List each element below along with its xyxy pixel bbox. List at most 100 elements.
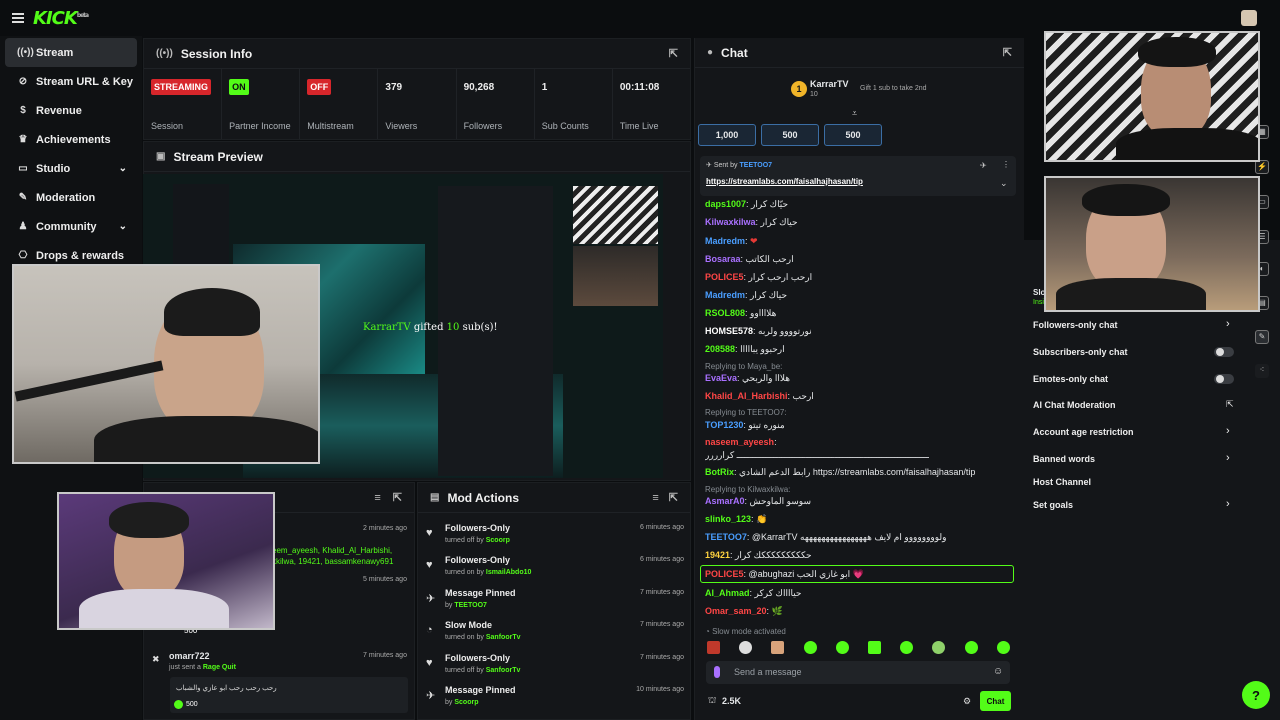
leaderboard-chip[interactable]: 500 (824, 124, 882, 146)
setting-followers-only[interactable]: Followers-only chat (1033, 320, 1118, 330)
chat-message: slinko_123: 👏 (705, 514, 768, 524)
stat-time-live: 00:11:08 Time Live (619, 82, 660, 131)
emote[interactable] (997, 641, 1010, 654)
chevron-down-icon: ⌄ (118, 163, 127, 174)
filter-icon[interactable]: ≡ (374, 492, 380, 504)
popout-icon[interactable]: ⇱ (669, 491, 678, 504)
setting-emotes-only[interactable]: Emotes-only chat (1033, 374, 1108, 384)
chevron-down-icon[interactable]: ⌄ (1000, 178, 1008, 189)
chevron-right-icon[interactable]: › (1226, 452, 1230, 464)
sidebar-item-achievements[interactable]: ♛ Achievements (5, 125, 137, 154)
external-link-icon[interactable]: ⇱ (1226, 399, 1234, 410)
chevron-right-icon[interactable]: › (1226, 498, 1230, 510)
send-chat-button[interactable]: Chat (980, 691, 1011, 711)
panel-title: Mod Actions (447, 490, 520, 505)
setting-host-channel[interactable]: Host Channel (1033, 477, 1091, 487)
nodes-icon[interactable]: ⁖ (1255, 364, 1269, 378)
stat-session: STREAMING Session (144, 69, 223, 139)
setting-subscribers-only[interactable]: Subscribers-only chat (1033, 347, 1128, 357)
activity-time: 5 minutes ago (363, 576, 407, 583)
chevron-right-icon[interactable]: › (1226, 425, 1230, 437)
subscribers-only-toggle[interactable] (1214, 347, 1234, 357)
sidebar-item-revenue[interactable]: $ Revenue (5, 96, 137, 125)
leaderboard-chip[interactable]: 1,000 (698, 124, 756, 146)
popout-icon[interactable]: ⇱ (393, 491, 402, 504)
guest-webcam-bottom (1044, 176, 1260, 312)
viewers-icon: ⛫ (708, 695, 717, 705)
microphone-icon[interactable] (714, 666, 720, 678)
setting-ai-moderation[interactable]: AI Chat Moderation (1033, 400, 1116, 410)
sidebar-item-moderation[interactable]: ✎ Moderation (5, 183, 137, 212)
popout-icon[interactable]: ⇱ (1003, 46, 1012, 59)
kick-logo[interactable]: KICKbeta (33, 8, 89, 29)
chat-message: RSOL808: هلااااوو (705, 308, 777, 318)
activity-names: eem_ayeesh, Khalid_Al_Harbishi, (272, 546, 393, 555)
emote[interactable] (836, 641, 849, 654)
chat-message: Al_Ahmad: حيااااك كركر (705, 588, 802, 598)
emote[interactable] (771, 641, 784, 654)
sidebar-item-studio[interactable]: ▭ Studio ⌄ (5, 154, 137, 183)
mod-action-item: ✈ Message Pinned by TEETOO7 7 minutes ago (426, 588, 684, 609)
stat-viewers: 379 Viewers (378, 69, 457, 139)
sidebar-item-stream[interactable]: ((•)) Stream (5, 38, 137, 67)
leaderboard-chip[interactable]: 500 (761, 124, 819, 146)
gift-sub-cta[interactable]: Gift 1 sub to take 2nd (860, 85, 927, 92)
guest-webcam (57, 492, 275, 630)
pinned-message[interactable]: ✈ Sent by TEETOO7 https://streamlabs.com… (700, 156, 1016, 196)
popout-icon[interactable]: ⇱ (669, 47, 678, 60)
chat-message: POLICE5: ارحب ارحب كرار (705, 272, 813, 282)
menu-icon[interactable] (12, 13, 24, 23)
activity-action: just sent a Rage Quit (169, 664, 236, 671)
panel-title: Chat (721, 45, 748, 60)
guest-webcam-top (1044, 31, 1260, 162)
heart-icon: ♥ (426, 657, 433, 669)
collapse-icon[interactable]: ⩡ (852, 108, 857, 119)
chat-icon: ● (707, 47, 714, 58)
chat-input[interactable]: Send a message (706, 661, 1010, 684)
top-gifter-name[interactable]: KarrarTV (810, 79, 849, 89)
chat-message: 208588: ارحبوو يبااااا (705, 344, 785, 354)
chevron-right-icon[interactable]: › (1226, 318, 1230, 330)
heart-icon: ♥ (426, 527, 433, 539)
setting-set-goals[interactable]: Set goals (1033, 500, 1073, 510)
sidebar-item-stream-url[interactable]: ⊘ Stream URL & Key (5, 67, 137, 96)
gear-icon[interactable]: ⚙ (963, 696, 971, 707)
slow-mode-notice: ◔ Slow mode activated (705, 627, 786, 636)
panel-title: Session Info (180, 46, 253, 61)
emote[interactable] (900, 641, 913, 654)
setting-account-age[interactable]: Account age restriction (1033, 427, 1134, 437)
emote[interactable] (965, 641, 978, 654)
pinned-link[interactable]: https://streamlabs.com/faisalhajhasan/ti… (706, 177, 863, 186)
preview-icon: ▣ (156, 151, 166, 162)
pinned-sender: ✈ Sent by TEETOO7 (706, 162, 773, 169)
rail-icon[interactable]: ⚡ (1255, 160, 1269, 174)
emote[interactable] (739, 641, 752, 654)
avatar[interactable] (1241, 10, 1257, 26)
chat-message-cont: ــــــــــــــــــــــــــــــــــــــــ… (705, 450, 929, 460)
emoji-icon[interactable]: ☺ (993, 666, 1003, 677)
more-icon[interactable]: ⋮ (1002, 160, 1010, 169)
kicks-icon: ✖ (152, 654, 160, 664)
viewer-count: 2.5K (722, 696, 742, 706)
activity-message: رحب رحب رحب ابو عازي والشباب (176, 685, 277, 692)
chat-message: 19421: حكككككككككك كرار (705, 550, 812, 560)
emote[interactable] (932, 641, 945, 654)
help-button[interactable]: ? (1242, 681, 1270, 709)
sidebar-item-community[interactable]: ♟ Community ⌄ (5, 212, 137, 241)
activity-user: omarr722 (169, 651, 210, 661)
reply-context: Replying to Maya_be: (705, 362, 783, 371)
chat-message: Omar_sam_20: 🌿 (705, 606, 783, 616)
emote[interactable] (804, 641, 817, 654)
wrench-icon[interactable]: ✎ (1255, 330, 1269, 344)
pin-icon[interactable]: ✈ (980, 161, 987, 170)
emote[interactable] (707, 641, 720, 654)
stat-followers: 90,268 Followers (457, 69, 535, 139)
trophy-icon: ♛ (18, 134, 28, 145)
top-gifter-badge: 1 (791, 81, 807, 97)
filter-icon[interactable]: ≡ (652, 492, 658, 504)
emotes-only-toggle[interactable] (1214, 374, 1234, 384)
setting-banned-words[interactable]: Banned words (1033, 454, 1095, 464)
session-info-panel: ((•)) Session Info ⇱ STREAMING Session ON Pa… (143, 38, 691, 140)
emote[interactable] (868, 641, 881, 654)
activity-names: kkilwa, 19421, bassamkenawy691 (272, 557, 394, 566)
